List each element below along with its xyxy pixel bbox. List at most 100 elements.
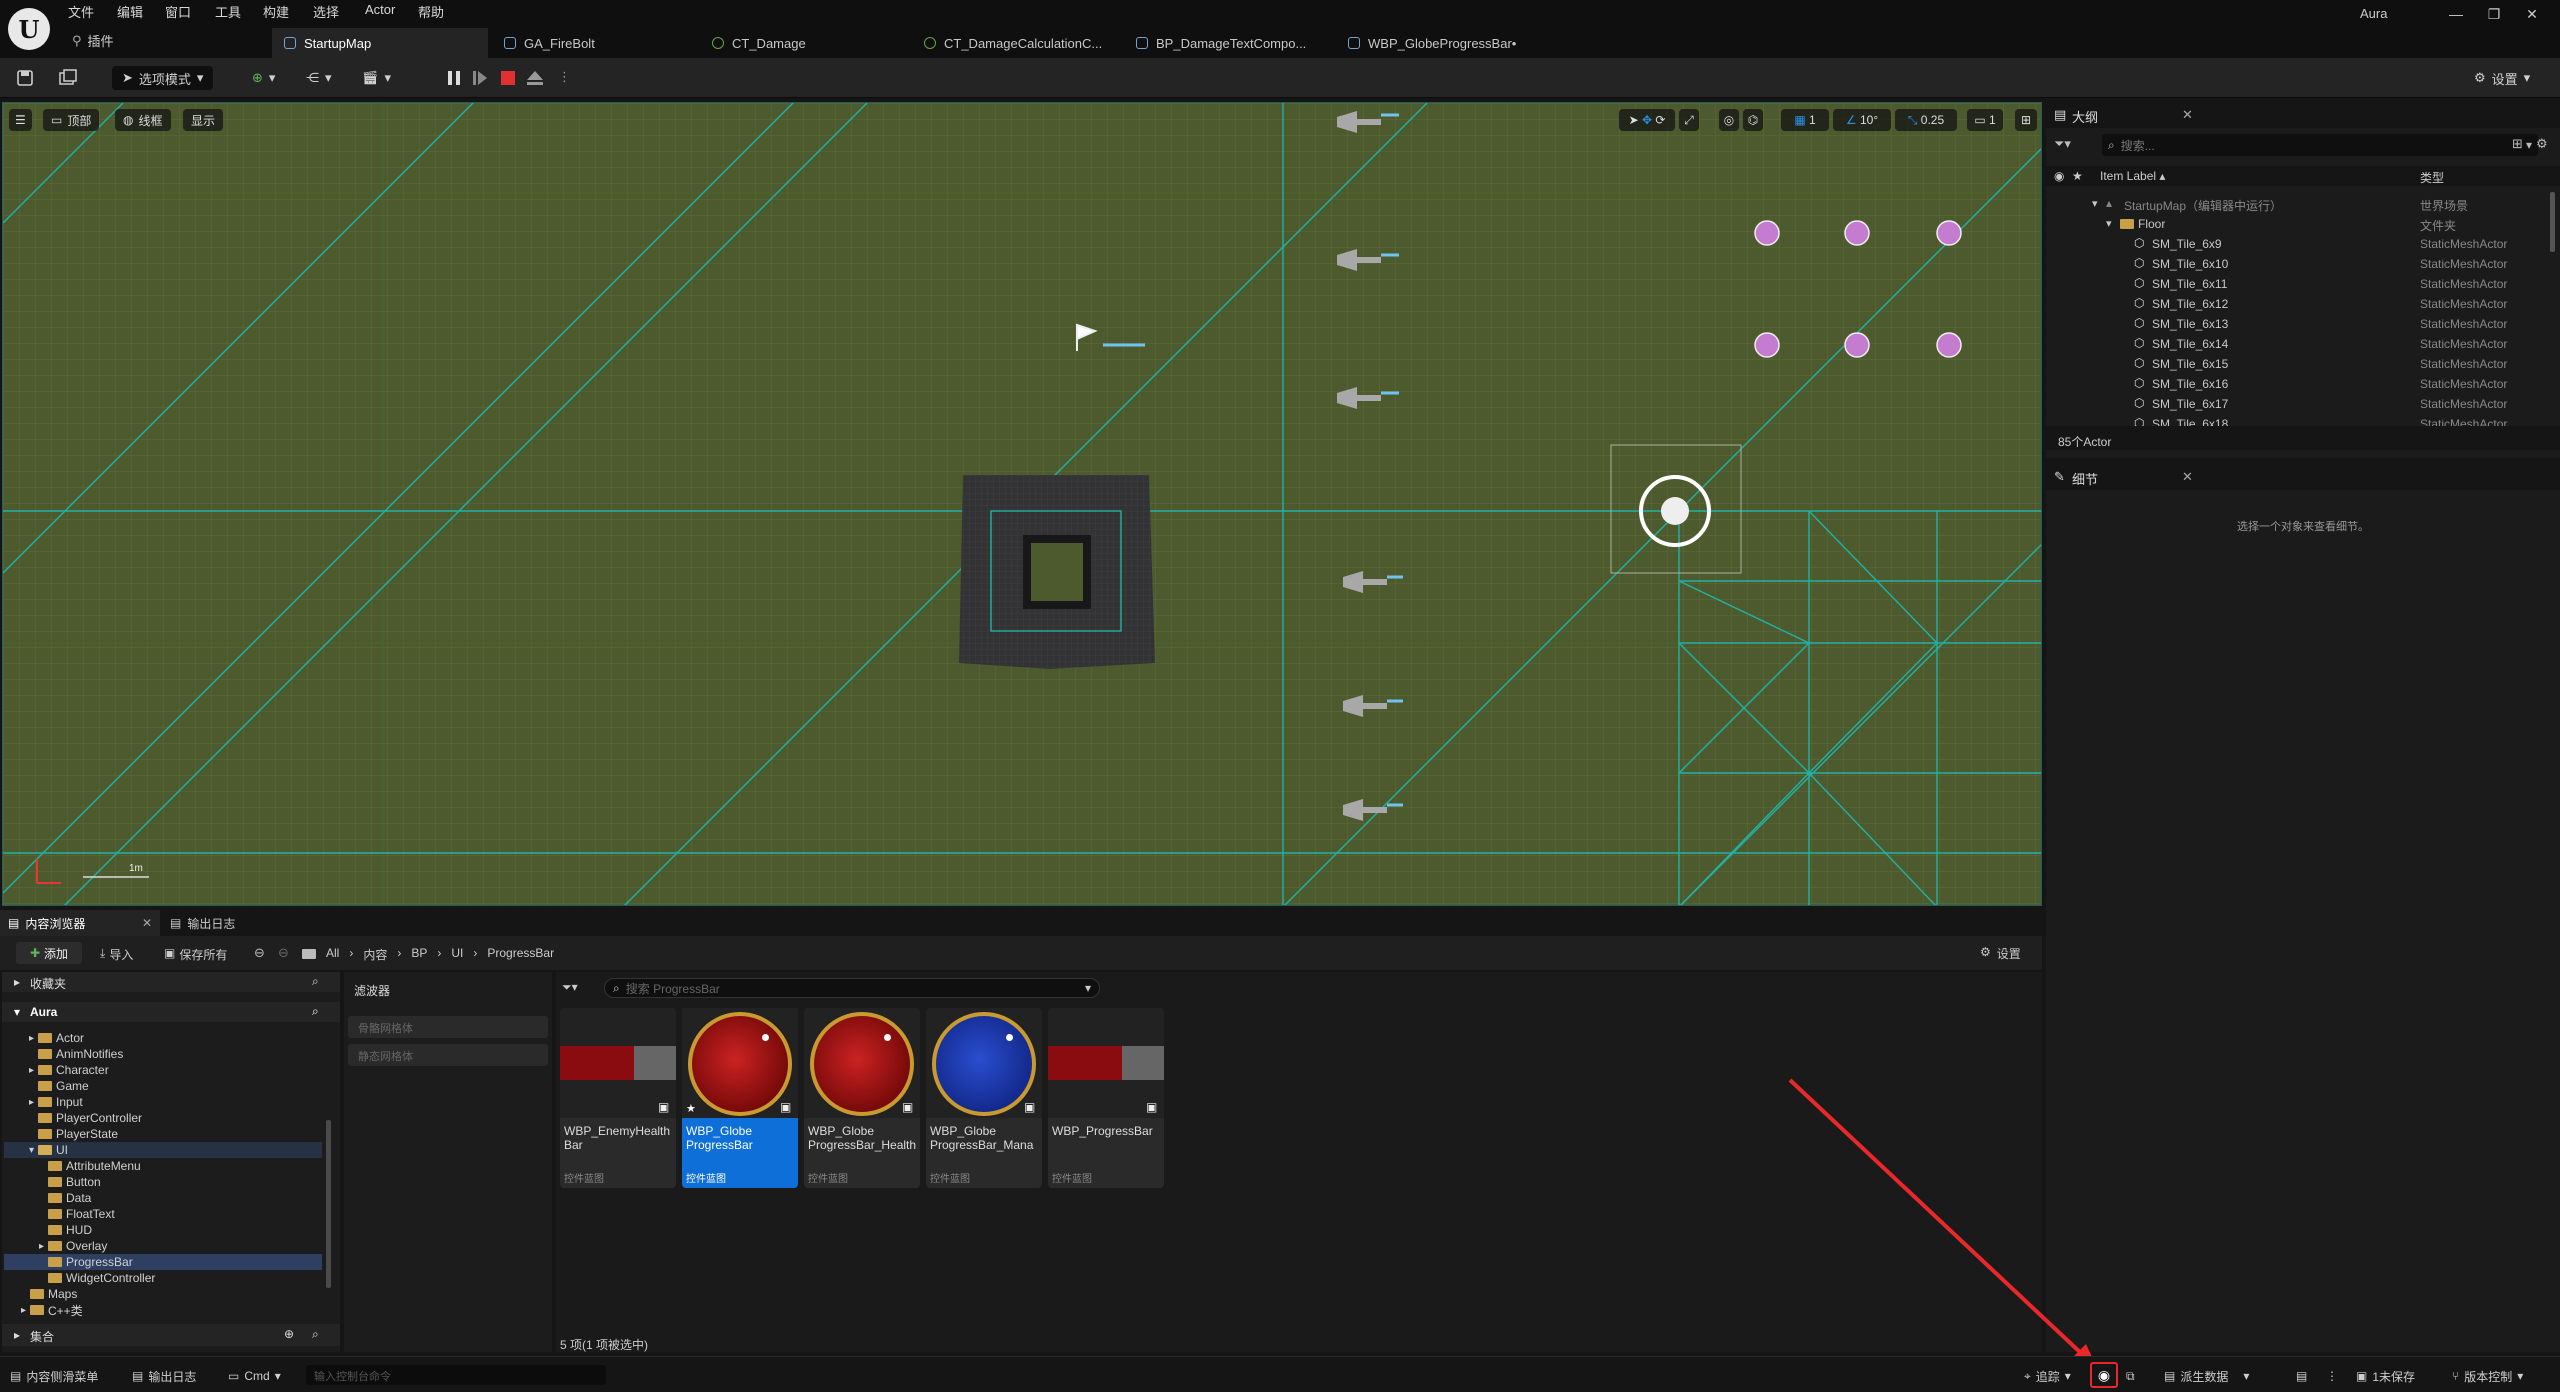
menu-item[interactable]: 文件: [68, 2, 94, 22]
asset-tile[interactable]: ▣ WBP_Globe ProgressBar_Health 控件蓝图: [804, 1008, 920, 1188]
view-top-button[interactable]: ▭ 顶部: [43, 109, 100, 131]
screenshot-icon[interactable]: ⧉: [2126, 1367, 2135, 1385]
record-button[interactable]: ◉: [2090, 1362, 2118, 1388]
tab-5[interactable]: WBP_GlobeProgressBar•: [1336, 28, 1546, 58]
surface-snap-icon[interactable]: ⌬: [1743, 109, 1763, 131]
tree-folder-progressbar[interactable]: ProgressBar: [4, 1254, 322, 1270]
outliner-row[interactable]: ⬡ SM_Tile_6x14 StaticMeshActor: [2046, 334, 2560, 354]
outliner-search-input[interactable]: ⌕ 搜索... ▾: [2102, 134, 2538, 156]
derived-data-button[interactable]: ▤ 派生数据 ▾: [2164, 1367, 2249, 1385]
outliner-scrollbar[interactable]: [2550, 192, 2555, 252]
favorites-header[interactable]: ▸ 收藏夹 ⌕: [2, 972, 340, 992]
tab-4[interactable]: BP_DamageTextCompo...: [1124, 28, 1324, 58]
add-folder-icon[interactable]: ⊞: [2512, 136, 2523, 152]
stop-icon[interactable]: [500, 69, 516, 87]
filter-icon[interactable]: ⏷▾: [2054, 136, 2071, 152]
save-icon[interactable]: [16, 66, 34, 90]
outliner-row[interactable]: ⬡ SM_Tile_6x16 StaticMeshActor: [2046, 374, 2560, 394]
outliner-row[interactable]: ⬡ SM_Tile_6x12 StaticMeshActor: [2046, 294, 2560, 314]
breadcrumb-item[interactable]: All: [326, 946, 339, 963]
close-icon[interactable]: ✕: [2182, 469, 2193, 485]
restore-icon[interactable]: ❐: [2484, 6, 2504, 24]
tree-folder-actor[interactable]: ▸ Actor: [4, 1030, 322, 1046]
grid-snap[interactable]: ▦ 1: [1781, 109, 1829, 131]
tree-folder-widgetcontroller[interactable]: WidgetController: [4, 1270, 322, 1286]
search-icon[interactable]: ⌕: [312, 1327, 319, 1342]
back-icon[interactable]: ⊖: [254, 945, 265, 961]
filter-item[interactable]: 静态网格体: [348, 1044, 548, 1066]
outliner-row[interactable]: ⬡ SM_Tile_6x15 StaticMeshActor: [2046, 354, 2560, 374]
add-collection-icon[interactable]: ⊕: [284, 1327, 294, 1341]
source-control-button[interactable]: ⑂ 版本控制 ▾: [2452, 1367, 2523, 1385]
menu-item[interactable]: 编辑: [117, 2, 143, 22]
breadcrumb-item[interactable]: UI: [451, 946, 463, 963]
collections-header[interactable]: ▸ 集合 ⊕ ⌕: [2, 1324, 340, 1346]
asset-tile[interactable]: ▣ WBP_ProgressBar 控件蓝图: [1048, 1008, 1164, 1188]
camera-speed[interactable]: ▭ 1: [1967, 109, 2003, 131]
eject-icon[interactable]: [526, 69, 543, 87]
tab-2[interactable]: CT_Damage: [700, 28, 900, 58]
unreal-logo-icon[interactable]: U: [8, 8, 50, 50]
tree-folder-data[interactable]: Data: [4, 1190, 322, 1206]
world-icon[interactable]: ◎: [1719, 109, 1739, 131]
star-icon[interactable]: ★: [2072, 169, 2083, 183]
tab-1[interactable]: GA_FireBolt: [492, 28, 692, 58]
outliner-row[interactable]: ▾ Floor 文件夹: [2046, 214, 2560, 234]
filter-menu-icon[interactable]: ⏷▾: [562, 980, 578, 995]
column-type[interactable]: 类型: [2420, 169, 2444, 186]
menu-item[interactable]: 窗口: [165, 2, 191, 22]
wireframe-button[interactable]: ◍ 线框: [115, 109, 171, 131]
tree-folder-input[interactable]: ▸ Input: [4, 1094, 322, 1110]
menu-item[interactable]: 工具: [215, 2, 241, 22]
add-actor-button[interactable]: ⊕ ▾: [252, 66, 275, 90]
console-input[interactable]: 输入控制台命令: [306, 1365, 606, 1385]
tab-output-log[interactable]: ▤ 输出日志: [170, 910, 235, 936]
more-options-icon[interactable]: ⋮: [558, 69, 574, 87]
tree-folder-button[interactable]: Button: [4, 1174, 322, 1190]
tree-folder-attributemenu[interactable]: AttributeMenu: [4, 1158, 322, 1174]
plugin-tab[interactable]: ⚲ 插件: [72, 31, 114, 50]
tree-folder-animnotifies[interactable]: AnimNotifies: [4, 1046, 322, 1062]
breadcrumb-item[interactable]: BP: [411, 946, 427, 963]
browse-icon[interactable]: [58, 66, 78, 90]
tree-folder-maps[interactable]: Maps: [4, 1286, 322, 1302]
outliner-row[interactable]: ▾ ▴ StartupMap（编辑器中运行） 世界场景: [2046, 194, 2560, 214]
menu-item[interactable]: 选择: [313, 2, 339, 22]
tab-3[interactable]: CT_DamageCalculationC...: [912, 28, 1122, 58]
breadcrumb-item[interactable]: ProgressBar: [487, 946, 554, 963]
filter-item[interactable]: 骨骼网格体: [348, 1016, 548, 1038]
forward-icon[interactable]: ⊖: [278, 945, 289, 961]
outliner-row[interactable]: ⬡ SM_Tile_6x13 StaticMeshActor: [2046, 314, 2560, 334]
tree-folder-playerstate[interactable]: PlayerState: [4, 1126, 322, 1142]
chevron-down-icon[interactable]: ▾: [2092, 197, 2098, 210]
tree-folder-ui[interactable]: ▾ UI: [4, 1142, 322, 1158]
layout-icon[interactable]: ⊞: [2015, 109, 2037, 131]
close-icon[interactable]: ✕: [2182, 107, 2193, 123]
tree-folder-game[interactable]: Game: [4, 1078, 322, 1094]
tree-folder-playercontroller[interactable]: PlayerController: [4, 1110, 322, 1126]
tree-folder-overlay[interactable]: ▸ Overlay: [4, 1238, 322, 1254]
blueprint-button[interactable]: ⋲ ▾: [306, 66, 332, 90]
scale-icon[interactable]: ⤢: [1679, 109, 1699, 131]
cmd-dropdown[interactable]: ▭ Cmd ▾: [228, 1367, 281, 1385]
angle-snap[interactable]: ∠ 10°: [1833, 109, 1891, 131]
outliner-row[interactable]: ⬡ SM_Tile_6x9 StaticMeshActor: [2046, 234, 2560, 254]
tab-content-browser[interactable]: ▤ 内容浏览器 ✕: [0, 910, 160, 936]
revision-icon[interactable]: ▤: [2296, 1367, 2307, 1385]
unsaved-button[interactable]: ▣ 1未保存: [2356, 1367, 2415, 1385]
tree-folder-c-[interactable]: ▸ C++类: [4, 1302, 322, 1318]
tab-0[interactable]: StartupMap: [272, 28, 488, 58]
asset-search-input[interactable]: ⌕ 搜索 ProgressBar ▾: [604, 978, 1100, 998]
save-all-button[interactable]: ▣ 保存所有: [164, 946, 227, 963]
output-log-button[interactable]: ▤ 输出日志: [132, 1367, 196, 1385]
viewport-menu-icon[interactable]: ☰: [9, 109, 32, 131]
transform-tools[interactable]: ➤ ✥ ⟳: [1619, 109, 1675, 131]
more-options-icon[interactable]: ⋮: [2326, 1367, 2338, 1385]
asset-tile[interactable]: ▣ WBP_EnemyHealth Bar 控件蓝图: [560, 1008, 676, 1188]
trace-dropdown[interactable]: ⌖ 追踪 ▾: [2024, 1367, 2071, 1385]
search-icon[interactable]: ⌕: [312, 1004, 319, 1019]
show-button[interactable]: 显示: [183, 109, 224, 131]
step-icon[interactable]: [472, 69, 488, 87]
cinematics-button[interactable]: 🎬︎ ▾: [362, 66, 391, 90]
tree-scrollbar[interactable]: [326, 1120, 331, 1288]
